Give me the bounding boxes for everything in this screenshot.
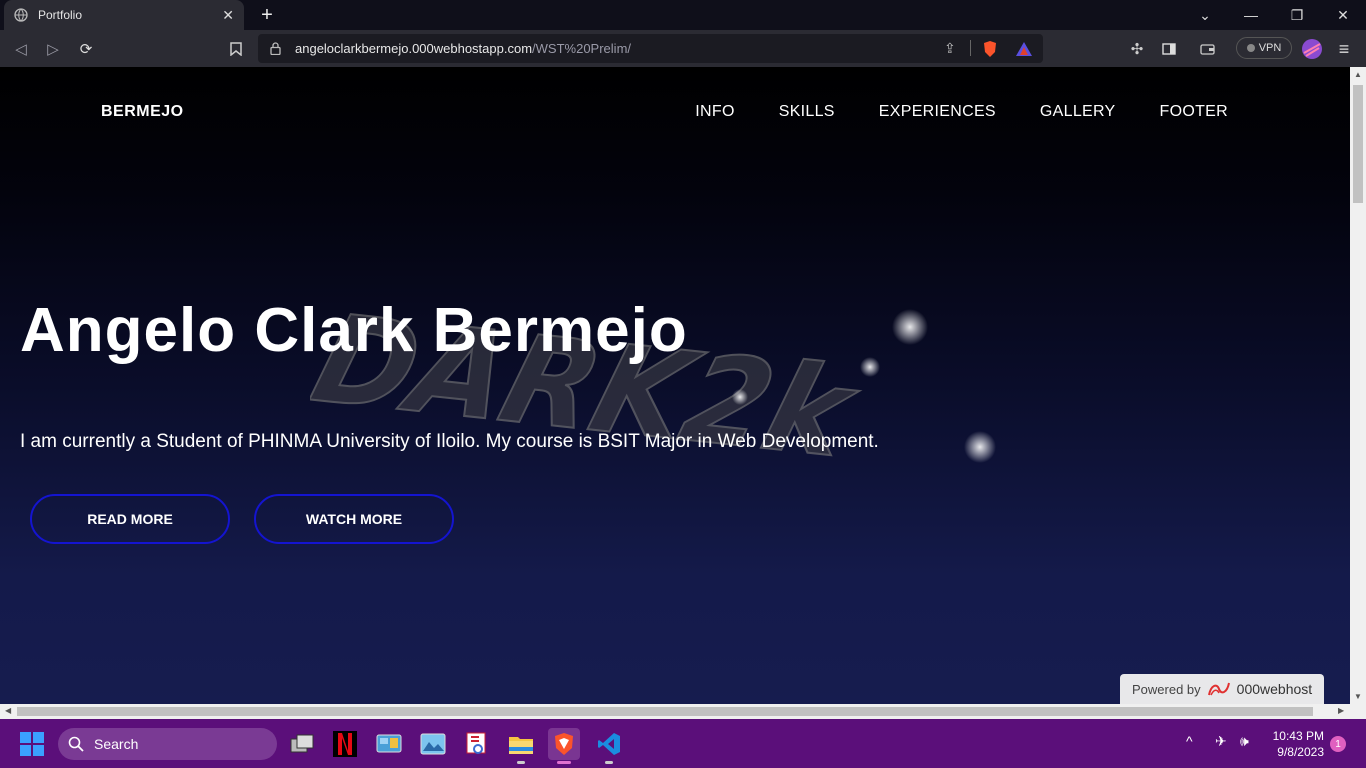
volume-icon[interactable]: 🕪: [1240, 733, 1249, 750]
vpn-button[interactable]: VPN: [1236, 37, 1292, 59]
scroll-right-icon[interactable]: ▶: [1338, 706, 1344, 715]
vertical-scroll-thumb[interactable]: [1353, 85, 1363, 203]
tab-bar: Portfolio ✕ + ⌄ — ❐ ✕: [0, 0, 1366, 30]
nav-info[interactable]: INFO: [695, 103, 734, 121]
close-window-button[interactable]: ✕: [1320, 0, 1366, 30]
scroll-left-icon[interactable]: ◀: [5, 706, 11, 715]
scroll-up-icon[interactable]: ▲: [1350, 70, 1366, 79]
divider: [970, 40, 971, 56]
notification-badge[interactable]: 1: [1330, 736, 1346, 752]
extensions-icon[interactable]: ✣: [1126, 38, 1148, 60]
menu-icon[interactable]: ≡: [1333, 38, 1355, 60]
new-tab-button[interactable]: +: [256, 4, 278, 26]
close-tab-icon[interactable]: ✕: [222, 7, 234, 24]
globe-icon: [14, 8, 28, 22]
chevron-up-icon[interactable]: ^: [1186, 733, 1193, 749]
reload-icon[interactable]: ⟳: [75, 38, 97, 60]
scroll-down-icon[interactable]: ▼: [1350, 692, 1366, 701]
powered-by-brand: 000webhost: [1236, 681, 1313, 697]
nav-experiences[interactable]: EXPERIENCES: [879, 103, 996, 121]
vpn-status-icon: [1246, 44, 1255, 52]
url-path: /WST%20Prelim/: [532, 41, 632, 56]
restore-button[interactable]: ❐: [1274, 0, 1320, 30]
snipping-tool-icon[interactable]: [461, 728, 493, 760]
nav-gallery[interactable]: GALLERY: [1040, 103, 1116, 121]
system-clock[interactable]: 10:43 PM 9/8/2023: [1268, 728, 1324, 760]
browser-toolbar: ◁ ▷ ⟳ angeloclarkbermejo.000webhostapp.c…: [0, 30, 1366, 67]
forward-icon[interactable]: ▷: [42, 38, 64, 60]
tabs-dropdown-icon[interactable]: ⌄: [1182, 0, 1228, 30]
bookmark-icon[interactable]: [225, 38, 247, 60]
running-indicator: [517, 761, 525, 764]
000webhost-logo-icon: [1207, 682, 1230, 696]
powered-by-badge[interactable]: Powered by 000webhost: [1120, 674, 1324, 704]
nav-footer[interactable]: FOOTER: [1160, 103, 1228, 121]
control-panel-icon[interactable]: [373, 728, 405, 760]
clock-date: 9/8/2023: [1277, 745, 1324, 759]
vpn-label: VPN: [1258, 42, 1282, 54]
photos-icon[interactable]: [417, 728, 449, 760]
brave-browser-icon[interactable]: [548, 728, 580, 764]
search-icon: [68, 736, 84, 752]
powered-by-label: Powered by: [1132, 681, 1201, 697]
profile-avatar[interactable]: [1301, 38, 1323, 60]
vscode-icon[interactable]: [593, 728, 625, 764]
browser-tab[interactable]: Portfolio ✕: [4, 0, 244, 30]
taskbar-search[interactable]: Search: [58, 728, 277, 760]
clock-time: 10:43 PM: [1272, 729, 1324, 743]
read-more-button[interactable]: READ MORE: [30, 494, 230, 544]
running-indicator: [605, 761, 613, 764]
sidebar-icon[interactable]: [1158, 38, 1180, 60]
share-icon[interactable]: ⇪: [944, 40, 956, 57]
url-host: angeloclarkbermejo.000webhostapp.com: [295, 41, 533, 56]
watch-more-button[interactable]: WATCH MORE: [254, 494, 454, 544]
vertical-scrollbar[interactable]: ▲ ▼: [1350, 67, 1366, 704]
airplane-mode-icon[interactable]: ✈: [1215, 733, 1227, 750]
brave-rewards-icon[interactable]: [1015, 41, 1033, 57]
address-bar[interactable]: angeloclarkbermejo.000webhostapp.com /WS…: [258, 34, 1043, 63]
horizontal-scrollbar[interactable]: ◀ ▶: [0, 704, 1350, 719]
hero-description: I am currently a Student of PHINMA Unive…: [20, 431, 879, 452]
nav-skills[interactable]: SKILLS: [779, 103, 835, 121]
task-view-icon[interactable]: [286, 728, 318, 760]
active-indicator: [557, 761, 571, 764]
tab-title: Portfolio: [38, 8, 83, 22]
hero-title: Angelo Clark Bermejo: [20, 296, 688, 365]
back-icon[interactable]: ◁: [10, 38, 32, 60]
lock-icon: [270, 42, 281, 55]
taskbar: Search ^ ✈ 🕪 10:43 PM 9/8/2023 1: [0, 719, 1366, 768]
scrollbar-corner: [1350, 704, 1366, 719]
wallet-icon[interactable]: [1196, 38, 1218, 60]
windows-start-icon[interactable]: [20, 732, 44, 756]
brave-shields-icon[interactable]: [982, 40, 998, 58]
file-explorer-icon[interactable]: [505, 728, 537, 764]
page-viewport: DARK2k BERMEJO INFO SKILLS EXPERIENCES G…: [0, 67, 1350, 704]
netflix-icon[interactable]: [329, 728, 361, 760]
minimize-button[interactable]: —: [1228, 0, 1274, 30]
site-logo[interactable]: BERMEJO: [101, 103, 184, 121]
horizontal-scroll-thumb[interactable]: [17, 707, 1313, 716]
search-placeholder: Search: [94, 736, 139, 752]
main-nav: INFO SKILLS EXPERIENCES GALLERY FOOTER: [695, 103, 1228, 121]
